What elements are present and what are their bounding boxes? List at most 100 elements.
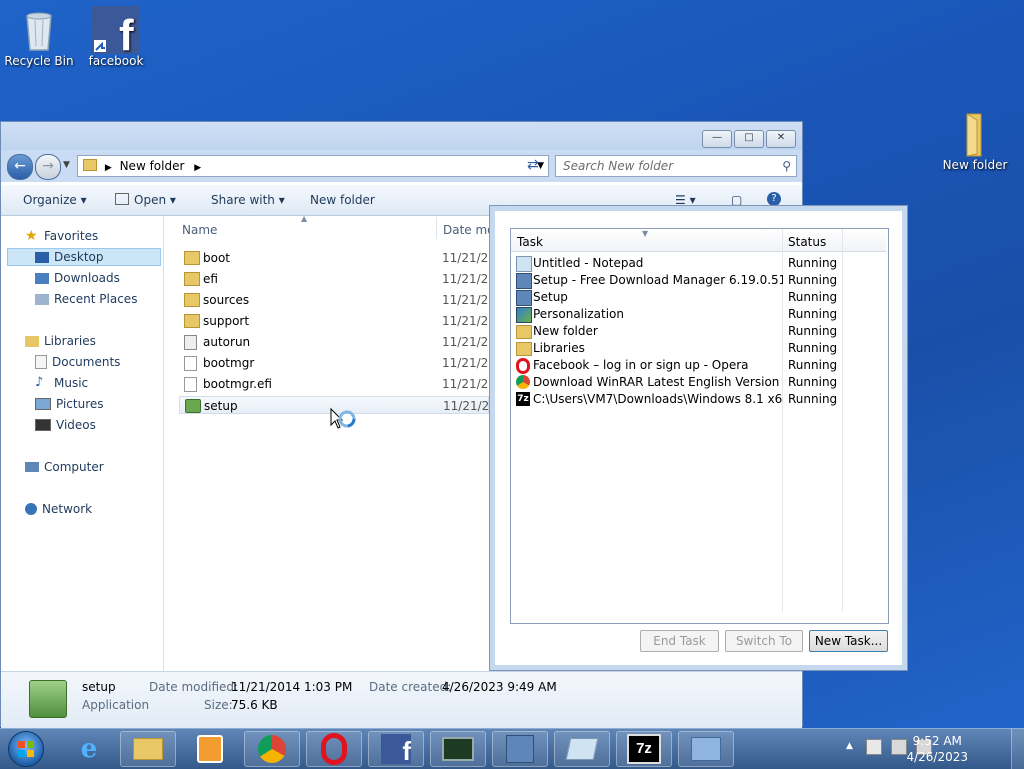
show-desktop-button[interactable] bbox=[1011, 729, 1024, 769]
taskbar-media-player[interactable] bbox=[182, 731, 238, 767]
taskbar-notepad[interactable] bbox=[554, 731, 610, 767]
sort-arrow-icon: ▲ bbox=[301, 214, 308, 223]
7zip-icon: 7z bbox=[516, 392, 530, 406]
nav-libraries[interactable]: Libraries bbox=[25, 334, 96, 348]
file-row[interactable]: sources 11/21/20 bbox=[184, 291, 496, 309]
system-clock[interactable]: 9:52 AM 4/26/2023 bbox=[906, 733, 968, 765]
desktop-icon-new-folder[interactable]: New folder bbox=[937, 110, 1013, 172]
explorer-icon bbox=[133, 738, 163, 760]
taskbar-ie[interactable]: e bbox=[62, 731, 116, 767]
task-row[interactable]: 7zC:\Users\VM7\Downloads\Windows 8.1 x64… bbox=[516, 391, 881, 408]
desktop-icon-recycle-bin[interactable]: Recycle Bin bbox=[1, 6, 77, 68]
taskbar-chrome[interactable] bbox=[244, 731, 300, 767]
task-row[interactable]: Download WinRAR Latest English Version 6… bbox=[516, 374, 881, 391]
switch-to-button[interactable]: Switch To bbox=[725, 630, 803, 652]
task-row[interactable]: Setup - Free Download Manager 6.19.0.515… bbox=[516, 272, 881, 289]
nav-recent-places[interactable]: Recent Places bbox=[35, 292, 137, 306]
clock-date: 4/26/2023 bbox=[906, 750, 968, 764]
address-bar[interactable]: ▶ New folder ▶ ▼ bbox=[77, 155, 549, 177]
share-with-button[interactable]: Share with ▾ bbox=[211, 193, 285, 207]
file-row[interactable]: bootmgr.efi 11/21/20 bbox=[184, 375, 496, 393]
forward-button[interactable]: → bbox=[35, 154, 61, 180]
back-button[interactable]: ← bbox=[7, 154, 33, 180]
chrome-icon bbox=[258, 735, 286, 763]
details-size: 75.6 KB bbox=[231, 698, 278, 712]
breadcrumb-new-folder[interactable]: New folder bbox=[120, 159, 185, 173]
folder-icon bbox=[184, 293, 200, 307]
personalization-icon bbox=[516, 307, 532, 323]
column-header-status[interactable]: Status bbox=[788, 235, 826, 249]
file-row[interactable]: autorun 11/21/20 bbox=[184, 333, 496, 351]
end-task-button[interactable]: End Task bbox=[640, 630, 719, 652]
busy-cursor-icon bbox=[330, 407, 356, 429]
open-button[interactable]: Open ▾ bbox=[115, 193, 176, 207]
7zip-icon: 7z bbox=[627, 734, 661, 764]
nav-pictures[interactable]: Pictures bbox=[35, 397, 104, 411]
task-row[interactable]: New folder Running bbox=[516, 323, 881, 340]
maximize-button[interactable]: □ bbox=[734, 130, 764, 148]
file-row[interactable]: support 11/21/20 bbox=[184, 312, 496, 330]
media-player-icon bbox=[197, 735, 223, 763]
nav-videos[interactable]: Videos bbox=[35, 418, 96, 432]
column-divider[interactable] bbox=[436, 217, 437, 239]
task-row[interactable]: Personalization Running bbox=[516, 306, 881, 323]
minimize-button[interactable]: — bbox=[702, 130, 732, 148]
nav-music[interactable]: ♪ Music bbox=[35, 376, 88, 391]
task-row[interactable]: Libraries Running bbox=[516, 340, 881, 357]
breadcrumb-chevron-icon[interactable]: ▶ bbox=[194, 163, 201, 173]
file-row[interactable]: bootmgr 11/21/20 bbox=[184, 354, 496, 372]
desktop-icon-label: New folder bbox=[942, 158, 1008, 172]
nav-favorites[interactable]: ★ Favorites bbox=[25, 229, 98, 243]
details-modified-label: Date modified: bbox=[149, 680, 239, 694]
taskbar-opera[interactable] bbox=[306, 731, 362, 767]
setup-installer-icon bbox=[506, 735, 534, 763]
action-center-flag-icon[interactable] bbox=[866, 739, 882, 755]
file-icon bbox=[184, 377, 197, 392]
new-task-button[interactable]: New Task... bbox=[809, 630, 888, 652]
details-created: 4/26/2023 9:49 AM bbox=[442, 680, 557, 694]
task-row[interactable]: Untitled - Notepad Running bbox=[516, 255, 881, 272]
details-pane: setup Application Date modified: 11/21/2… bbox=[1, 671, 802, 728]
nav-desktop[interactable]: Desktop bbox=[35, 250, 104, 264]
taskbar-monitor-app[interactable] bbox=[430, 731, 486, 767]
taskbar-explorer[interactable] bbox=[120, 731, 176, 767]
computer-icon bbox=[25, 462, 39, 472]
nav-downloads[interactable]: Downloads bbox=[35, 271, 120, 285]
column-header-task[interactable]: Task bbox=[517, 235, 543, 249]
refresh-button[interactable]: ⇄ bbox=[527, 157, 539, 173]
show-hidden-icons-button[interactable]: ▲ bbox=[846, 741, 853, 751]
desktop-icon-label: facebook bbox=[88, 54, 144, 68]
column-header-date-modified[interactable]: Date mo bbox=[443, 223, 495, 237]
taskbar-setup[interactable] bbox=[492, 731, 548, 767]
network-status-icon[interactable] bbox=[891, 739, 907, 755]
file-row[interactable]: efi 11/21/20 bbox=[184, 270, 496, 288]
pictures-icon bbox=[35, 398, 51, 410]
chrome-icon bbox=[516, 375, 530, 389]
task-row[interactable]: Facebook – log in or sign up - Opera Runn… bbox=[516, 357, 881, 374]
taskbar-facebook[interactable]: f bbox=[368, 731, 424, 767]
clock-time: 9:52 AM bbox=[912, 734, 962, 748]
search-icon: ⚲ bbox=[782, 159, 791, 173]
nav-network[interactable]: Network bbox=[25, 502, 92, 516]
libraries-icon bbox=[516, 342, 532, 356]
folder-icon bbox=[516, 325, 532, 339]
desktop-icon-facebook[interactable]: f facebook bbox=[78, 6, 154, 68]
column-header-name[interactable]: Name bbox=[182, 223, 217, 237]
internet-explorer-icon: e bbox=[80, 734, 98, 764]
task-row[interactable]: Setup Running bbox=[516, 289, 881, 306]
nav-computer[interactable]: Computer bbox=[25, 460, 104, 474]
nav-documents[interactable]: Documents bbox=[35, 355, 120, 369]
search-input[interactable]: Search New folder ⚲ bbox=[555, 155, 797, 177]
taskbar-7zip[interactable]: 7z bbox=[616, 731, 672, 767]
details-size-label: Size: bbox=[204, 698, 233, 712]
recent-pages-dropdown[interactable]: ▼ bbox=[63, 160, 70, 170]
details-name: setup bbox=[82, 680, 116, 694]
close-button[interactable]: ✕ bbox=[766, 130, 796, 148]
facebook-icon: f bbox=[92, 6, 140, 60]
organize-button[interactable]: Organize ▾ bbox=[23, 193, 87, 207]
file-row[interactable]: boot 11/21/20 bbox=[184, 249, 496, 267]
new-folder-button[interactable]: New folder bbox=[310, 193, 375, 207]
help-icon[interactable]: ? bbox=[767, 192, 781, 206]
taskbar-control-panel[interactable] bbox=[678, 731, 734, 767]
start-button[interactable] bbox=[8, 731, 44, 767]
